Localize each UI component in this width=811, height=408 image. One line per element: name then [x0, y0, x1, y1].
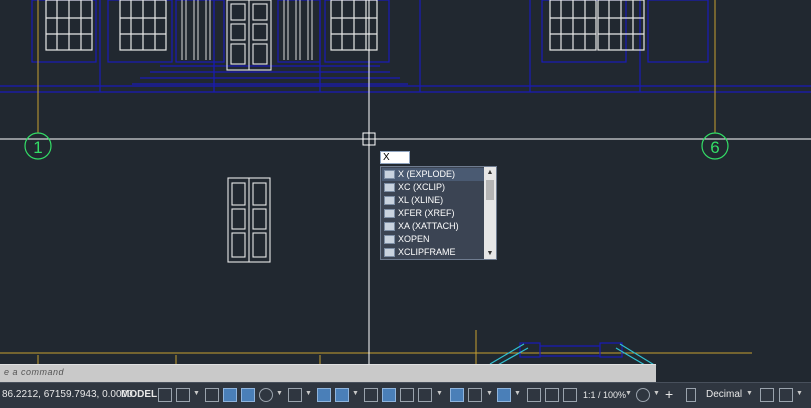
chevron-down-icon[interactable]: ▼ [352, 390, 359, 397]
transparency-icon[interactable] [382, 388, 396, 402]
dynamic-ucs-icon[interactable] [450, 388, 464, 402]
xclip-icon [384, 183, 395, 192]
chevron-down-icon[interactable]: ▼ [653, 390, 660, 397]
autocomplete-item-label: XL (XLINE) [398, 195, 444, 205]
grid-axes [0, 0, 752, 382]
xopen-icon [384, 235, 395, 244]
grid-bubble-left-label: 1 [33, 138, 42, 157]
scroll-thumb[interactable] [486, 180, 494, 200]
coordinates-readout[interactable]: 86.2212, 67159.7943, 0.0000 [2, 389, 133, 400]
annotation-scale-selector[interactable]: 1:1 / 100% [583, 390, 626, 400]
annotation-scale-icon[interactable] [563, 388, 577, 402]
scroll-up-icon[interactable]: ▲ [484, 167, 496, 178]
xattach-icon [384, 222, 395, 231]
snap-icon[interactable] [176, 388, 190, 402]
ortho-icon[interactable] [241, 388, 255, 402]
chevron-down-icon[interactable]: ▼ [436, 390, 443, 397]
windows [45, 0, 645, 51]
explode-icon [384, 170, 395, 179]
autocomplete-item-label: XOPEN [398, 234, 430, 244]
autocomplete-list[interactable]: X (EXPLODE) XC (XCLIP) XL (XLINE) XFER (… [380, 166, 497, 260]
command-line[interactable]: e a command [0, 364, 656, 382]
autocomplete-item-label: XCLIPFRAME [398, 247, 456, 257]
chevron-down-icon[interactable]: ▼ [486, 390, 493, 397]
selection-cycling-icon[interactable] [400, 388, 414, 402]
building-elevation [0, 0, 811, 93]
properties-icon[interactable] [760, 388, 774, 402]
autocomplete-item[interactable]: XC (XCLIP) [382, 181, 485, 194]
units-icon[interactable] [686, 388, 696, 402]
3d-osnap-icon[interactable] [418, 388, 432, 402]
chevron-down-icon[interactable]: ▼ [305, 390, 312, 397]
polar-tracking-icon[interactable] [259, 388, 273, 402]
annotation-visibility-icon[interactable] [527, 388, 541, 402]
status-bar: 86.2212, 67159.7943, 0.0000 MODEL ▼ ▼ ▼ … [0, 382, 811, 408]
scroll-down-icon[interactable]: ▼ [484, 248, 496, 259]
grid-icon[interactable] [158, 388, 172, 402]
auto-scale-icon[interactable] [545, 388, 559, 402]
chevron-down-icon[interactable]: ▼ [276, 390, 283, 397]
chevron-down-icon[interactable]: ▼ [796, 390, 803, 397]
chevron-down-icon[interactable]: ▼ [514, 390, 521, 397]
autocomplete-item[interactable]: XCLIPFRAME [382, 246, 485, 259]
autocomplete-item[interactable]: XA (XATTACH) [382, 220, 485, 233]
isodraft-icon[interactable] [288, 388, 302, 402]
plus-icon[interactable]: + [665, 386, 673, 402]
main-door [226, 0, 272, 71]
grid-bubble-right-label: 6 [710, 138, 719, 157]
xref-icon [384, 209, 395, 218]
units-selector[interactable]: Decimal [706, 389, 742, 400]
autocomplete-item-label: XFER (XREF) [398, 208, 455, 218]
chevron-down-icon[interactable]: ▼ [625, 390, 632, 397]
plan-detail [519, 342, 623, 358]
portico-columns [181, 0, 313, 60]
chevron-down-icon[interactable]: ▼ [193, 390, 200, 397]
selection-filter-icon[interactable] [468, 388, 482, 402]
clean-screen-icon[interactable] [779, 388, 793, 402]
gizmo-icon[interactable] [497, 388, 511, 402]
autocomplete-item[interactable]: X (EXPLODE) [382, 168, 485, 181]
infer-constraints-icon[interactable] [205, 388, 219, 402]
gear-icon[interactable] [636, 388, 650, 402]
lineweight-icon[interactable] [364, 388, 378, 402]
autocomplete-item[interactable]: XOPEN [382, 233, 485, 246]
autocomplete-item-label: X (EXPLODE) [398, 169, 456, 179]
model-space-button[interactable]: MODEL [121, 389, 157, 400]
object-snap-icon[interactable] [335, 388, 349, 402]
xclipframe-icon [384, 248, 395, 257]
object-snap-tracking-icon[interactable] [317, 388, 331, 402]
autocomplete-item[interactable]: XL (XLINE) [382, 194, 485, 207]
autocomplete-item-label: XA (XATTACH) [398, 221, 459, 231]
command-prompt: e a command [4, 367, 65, 377]
autocomplete-scrollbar[interactable]: ▲ ▼ [484, 167, 496, 259]
dynamic-input-icon[interactable] [223, 388, 237, 402]
autocomplete-item-label: XC (XCLIP) [398, 182, 446, 192]
autocomplete-item[interactable]: XFER (XREF) [382, 207, 485, 220]
door-block [227, 177, 271, 263]
chevron-down-icon[interactable]: ▼ [746, 390, 753, 397]
dynamic-command-input[interactable]: X [380, 151, 410, 164]
xline-icon [384, 196, 395, 205]
